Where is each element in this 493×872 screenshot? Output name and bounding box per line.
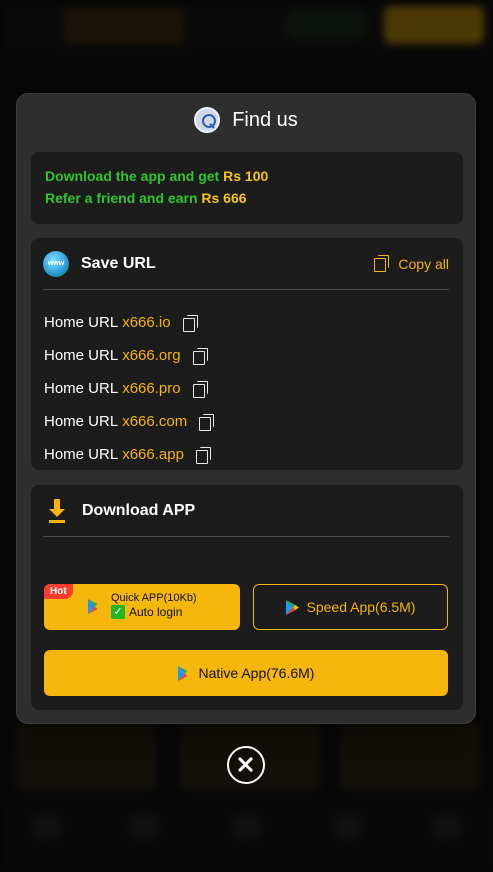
auto-login-row: ✓ Auto login	[111, 605, 197, 619]
copy-icon	[374, 255, 390, 272]
promo-line-download: Download the app and get Rs 100	[45, 165, 449, 187]
native-app-label: Native App(76.6M)	[198, 665, 315, 681]
promo-line-refer: Refer a friend and earn Rs 666	[45, 187, 449, 209]
download-icon	[46, 498, 68, 523]
url-label: Home URL	[44, 413, 119, 430]
hot-badge: Hot	[44, 584, 73, 599]
modal-header: Find us	[17, 94, 475, 146]
google-play-icon	[285, 599, 299, 615]
download-app-title: Download APP	[82, 501, 196, 519]
url-link[interactable]: x666.org	[122, 347, 180, 364]
url-label: Home URL	[44, 347, 119, 364]
google-play-icon	[88, 599, 101, 614]
google-play-icon	[177, 665, 191, 681]
url-row: Home URL x666.org	[44, 339, 213, 372]
search-globe-icon	[194, 107, 221, 133]
auto-login-label: Auto login	[129, 605, 183, 619]
speed-app-button[interactable]: Speed App(6.5M)	[253, 584, 448, 630]
native-app-button[interactable]: Native App(76.6M)	[44, 650, 448, 696]
url-row: Home URL x666.io	[44, 306, 213, 339]
copy-icon[interactable]	[192, 381, 208, 398]
promo-text: Download the app and get	[45, 168, 224, 184]
quick-app-title: Quick APP(10Kb)	[111, 592, 197, 604]
quick-app-button[interactable]: Hot Quick APP(10Kb) ✓ Auto login	[44, 584, 240, 630]
copy-icon[interactable]	[182, 315, 198, 332]
www-globe-icon: www	[43, 250, 69, 277]
promo-amount: Rs 666	[201, 190, 247, 206]
copy-icon[interactable]	[195, 447, 211, 464]
url-row: Home URL x666.pro	[44, 372, 213, 405]
url-label: Home URL	[44, 446, 119, 463]
copy-icon[interactable]	[192, 348, 208, 365]
url-list: Home URL x666.io Home URL x666.org Home …	[44, 306, 215, 471]
save-url-header: www Save URL Copy all	[43, 238, 449, 290]
promo-text: Refer a friend and earn	[45, 190, 202, 206]
url-label: Home URL	[44, 380, 119, 397]
copy-all-button[interactable]: Copy all	[374, 255, 449, 272]
url-link[interactable]: x666.com	[122, 413, 187, 430]
download-app-header: Download APP	[43, 485, 449, 537]
url-row: Home URL x666.app	[44, 438, 213, 471]
promo-panel: Download the app and get Rs 100 Refer a …	[31, 152, 463, 224]
url-link[interactable]: x666.pro	[122, 380, 180, 397]
quick-app-text: Quick APP(10Kb) ✓ Auto login	[111, 592, 197, 619]
save-url-title: Save URL	[81, 254, 156, 272]
checkbox-checked-icon: ✓	[111, 605, 125, 619]
url-label: Home URL	[44, 314, 119, 331]
url-link[interactable]: x666.app	[122, 446, 184, 463]
promo-amount: Rs 100	[223, 168, 269, 184]
copy-icon[interactable]	[199, 414, 215, 431]
speed-app-label: Speed App(6.5M)	[306, 599, 416, 615]
modal-title: Find us	[232, 108, 298, 131]
close-icon[interactable]	[227, 746, 265, 784]
find-us-modal: Find us Download the app and get Rs 100 …	[16, 93, 476, 724]
copy-all-label: Copy all	[398, 255, 449, 272]
download-app-panel: Download APP Hot Quick APP(10Kb) ✓ Auto …	[31, 485, 463, 710]
url-row: Home URL x666.com	[44, 405, 215, 438]
url-link[interactable]: x666.io	[122, 314, 170, 331]
save-url-panel: www Save URL Copy all Home URL x666.io H…	[31, 238, 463, 470]
